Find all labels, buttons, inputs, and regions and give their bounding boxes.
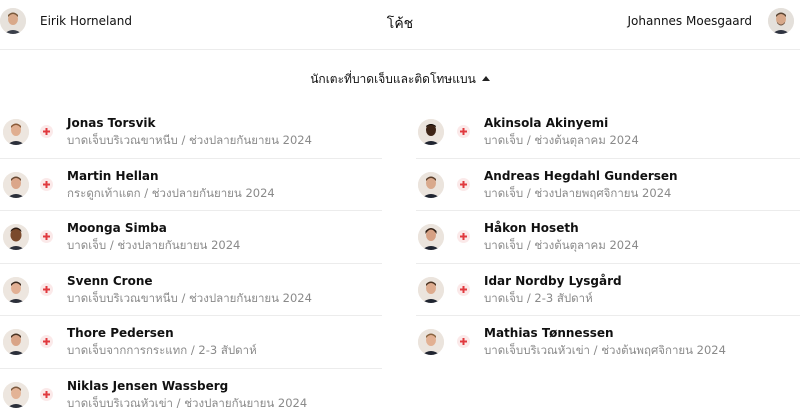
list-item[interactable]: Jonas Torsvik บาดเจ็บบริเวณขาหนีบ / ช่วง… [0,106,382,159]
away-coach-name[interactable]: Johannes Moesgaard [628,14,753,28]
section-title[interactable]: นักเตะที่บาดเจ็บและติดโทษแบน [310,72,476,86]
injury-detail: บาดเจ็บบริเวณหัวเข่า / ช่วงปลายกันยายน 2… [67,395,308,408]
list-item[interactable]: Andreas Hegdahl Gundersen บาดเจ็บ / ช่วง… [416,159,800,211]
avatar [3,381,29,408]
player-name[interactable]: Mathias Tønnessen [484,326,614,340]
player-name[interactable]: Andreas Hegdahl Gundersen [484,169,678,183]
injury-detail: กระดูกเท้าแตก / ช่วงปลายกันยายน 2024 [67,185,275,200]
medical-cross-icon [457,335,470,348]
home-coach[interactable]: Eirik Horneland [0,8,132,34]
avatar [768,8,794,34]
coaches-header: Eirik Horneland โค้ช Johannes Moesgaard [0,0,800,50]
injury-detail: บาดเจ็บบริเวณหัวเข่า / ช่วงต้นพฤศจิกายน … [484,343,726,357]
injury-detail: บาดเจ็บบริเวณขาหนีบ / ช่วงปลายกันยายน 20… [67,290,312,305]
medical-cross-icon [40,177,53,191]
avatar [418,276,444,303]
away-injury-list: Akinsola Akinyemi บาดเจ็บ / ช่วงต้นตุลาค… [416,106,800,369]
player-name[interactable]: Svenn Crone [67,274,153,288]
list-item[interactable]: Thore Pedersen บาดเจ็บจากการกระแทก / 2-3… [0,316,382,369]
injuries-section-toggle[interactable]: นักเตะที่บาดเจ็บและติดโทษแบน [0,70,800,89]
avatar [3,329,29,355]
avatar [418,171,444,198]
avatar [418,329,444,355]
away-coach[interactable]: Johannes Moesgaard [628,8,794,34]
avatar [0,8,26,34]
medical-cross-icon [457,125,470,138]
list-item[interactable]: Mathias Tønnessen บาดเจ็บบริเวณหัวเข่า /… [416,316,800,369]
list-item[interactable]: Idar Nordby Lysgård บาดเจ็บ / 2-3 สัปดาห… [416,264,800,316]
medical-cross-icon [40,387,53,401]
medical-cross-icon [457,282,470,296]
medical-cross-icon [40,230,53,243]
medical-cross-icon [457,230,470,243]
injury-detail: บาดเจ็บบริเวณขาหนีบ / ช่วงปลายกันยายน 20… [67,133,312,147]
medical-cross-icon [40,282,53,296]
avatar [3,171,29,198]
home-coach-name[interactable]: Eirik Horneland [40,14,132,28]
home-injury-list: Jonas Torsvik บาดเจ็บบริเวณขาหนีบ / ช่วง… [0,106,382,408]
player-name[interactable]: Moonga Simba [67,221,167,235]
medical-cross-icon [40,125,53,138]
player-name[interactable]: Håkon Hoseth [484,221,579,235]
player-name[interactable]: Idar Nordby Lysgård [484,274,622,288]
player-name[interactable]: Thore Pedersen [67,326,174,340]
avatar [418,119,444,145]
list-item[interactable]: Martin Hellan กระดูกเท้าแตก / ช่วงปลายกั… [0,159,382,211]
list-item[interactable]: Akinsola Akinyemi บาดเจ็บ / ช่วงต้นตุลาค… [416,106,800,159]
avatar [418,224,444,250]
injury-detail: บาดเจ็บ / ช่วงต้นตุลาคม 2024 [484,133,639,147]
injury-detail: บาดเจ็บ / ช่วงต้นตุลาคม 2024 [484,238,639,252]
player-name[interactable]: Martin Hellan [67,169,159,183]
player-name[interactable]: Niklas Jensen Wassberg [67,379,228,393]
list-item[interactable]: Moonga Simba บาดเจ็บ / ช่วงปลายกันยายน 2… [0,211,382,264]
medical-cross-icon [457,177,470,191]
medical-cross-icon [40,335,53,348]
coach-title: โค้ช [386,16,414,32]
injury-detail: บาดเจ็บ / ช่วงปลายพฤศจิกายน 2024 [484,185,672,200]
injury-detail: บาดเจ็บจากการกระแทก / 2-3 สัปดาห์ [67,343,257,357]
list-item[interactable]: Svenn Crone บาดเจ็บบริเวณขาหนีบ / ช่วงปล… [0,264,382,316]
injury-detail: บาดเจ็บ / 2-3 สัปดาห์ [484,290,593,305]
avatar [3,119,29,145]
player-name[interactable]: Akinsola Akinyemi [484,116,608,130]
list-item[interactable]: Håkon Hoseth บาดเจ็บ / ช่วงต้นตุลาคม 202… [416,211,800,264]
avatar [3,224,29,250]
player-name[interactable]: Jonas Torsvik [67,116,155,130]
list-item[interactable]: Niklas Jensen Wassberg บาดเจ็บบริเวณหัวเ… [0,369,382,408]
avatar [3,276,29,303]
caret-up-icon[interactable] [481,76,490,81]
injury-detail: บาดเจ็บ / ช่วงปลายกันยายน 2024 [67,238,241,252]
